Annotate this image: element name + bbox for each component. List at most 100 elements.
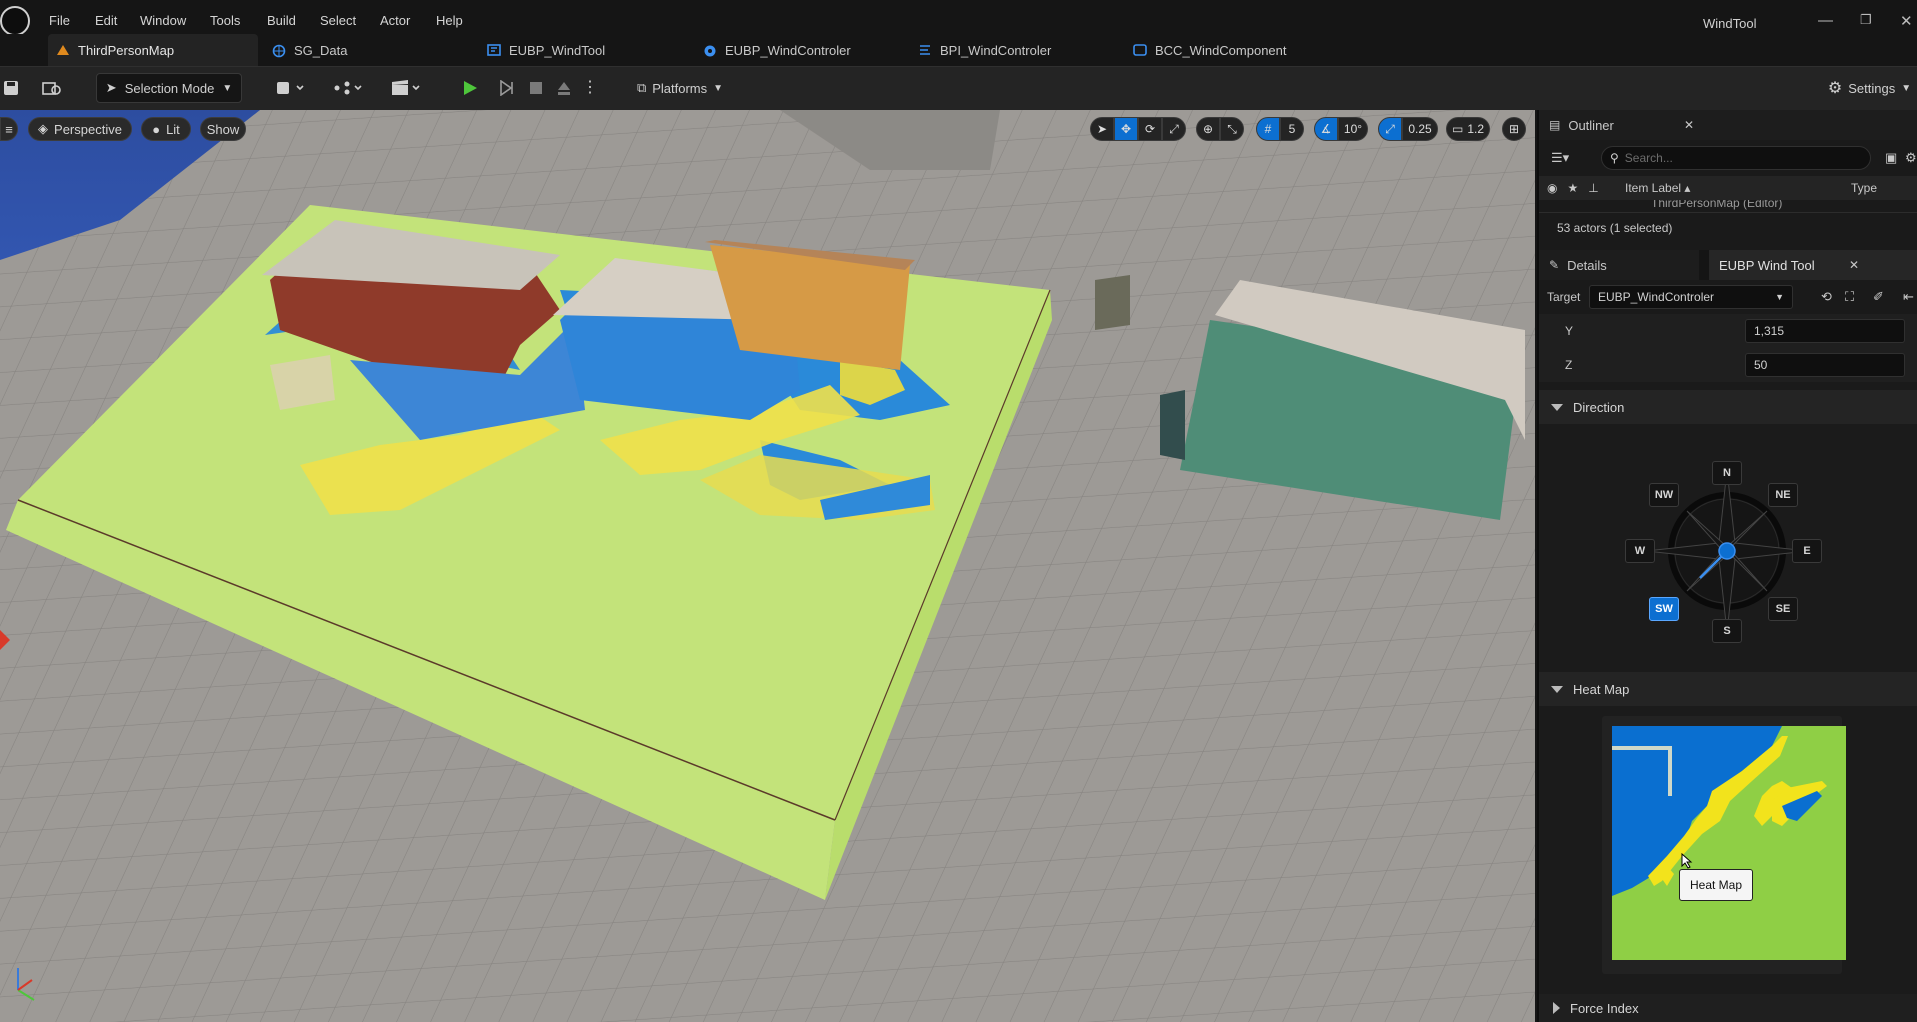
scale-snap-icon[interactable]: ⤢ — [1378, 117, 1402, 141]
translate-tool-icon[interactable]: ✥ — [1114, 117, 1138, 141]
play-icon[interactable] — [458, 73, 482, 103]
surface-snap-icon[interactable]: ⤡ — [1220, 117, 1244, 141]
scale-tool-icon[interactable]: ⤢ — [1162, 117, 1186, 141]
filter-icon[interactable]: ☰▾ — [1551, 150, 1569, 166]
col-item-label[interactable]: Item Label ▴ — [1625, 181, 1690, 195]
rotation-snap-value[interactable]: 10° — [1338, 117, 1368, 141]
details-tab-bar: ✎ Details EUBP Wind Tool ✕ — [1539, 250, 1917, 280]
y-row: Y 1,315 — [1539, 314, 1917, 348]
lit-label: Lit — [166, 121, 180, 137]
viewport-layout-icon[interactable]: ⊞ — [1502, 117, 1526, 141]
direction-se-button[interactable]: SE — [1768, 597, 1798, 621]
platforms-dropdown[interactable]: ⧉ Platforms ▼ — [630, 73, 730, 103]
y-input[interactable]: 1,315 — [1745, 319, 1905, 343]
direction-e-button[interactable]: E — [1792, 539, 1822, 563]
step-icon[interactable] — [494, 73, 518, 103]
select-tool-icon[interactable]: ➤ — [1090, 117, 1114, 141]
menu-select[interactable]: Select — [320, 13, 356, 28]
heatmap-tooltip: Heat Map — [1679, 869, 1753, 901]
menu-build[interactable]: Build — [267, 13, 296, 28]
save-icon[interactable] — [0, 73, 22, 103]
direction-nw-button[interactable]: NW — [1649, 483, 1679, 507]
blueprint-menu-icon[interactable] — [328, 73, 368, 103]
perspective-button[interactable]: ◈ Perspective — [28, 117, 132, 141]
heatmap-section-header[interactable]: Heat Map — [1539, 672, 1917, 706]
cinematics-icon[interactable] — [386, 73, 426, 103]
settings-label: Settings — [1848, 80, 1896, 96]
play-options-icon[interactable]: ⋮ — [580, 73, 600, 103]
chevron-down-icon: ▼ — [1775, 292, 1784, 302]
force-index-section-header[interactable]: Force Index — [1539, 994, 1917, 1022]
tab-eubp-windcontroler[interactable]: EUBP_WindControler — [703, 34, 903, 66]
direction-w-button[interactable]: W — [1625, 539, 1655, 563]
menu-window[interactable]: Window — [140, 13, 186, 28]
scale-snap-value[interactable]: 0.25 — [1402, 117, 1438, 141]
outliner-settings-icon[interactable]: ⚙ — [1905, 150, 1917, 166]
details-tab-label: Details — [1567, 257, 1607, 273]
restore-icon[interactable]: ❐ — [1860, 12, 1872, 28]
direction-sw-button[interactable]: SW — [1649, 597, 1679, 621]
outliner-list[interactable]: ThirdPersonMap (Editor) — [1539, 200, 1917, 212]
document-tab-bar: ThirdPersonMap SG_Data EUBP_WindTool EUB… — [0, 34, 1917, 66]
z-input[interactable]: 50 — [1745, 353, 1905, 377]
grid-snap-icon[interactable]: # — [1256, 117, 1280, 141]
camera-speed-button[interactable]: ▭ 1.2 — [1446, 117, 1490, 141]
tab-label: EUBP_WindControler — [725, 42, 851, 58]
target-dropdown[interactable]: EUBP_WindControler ▼ — [1589, 285, 1793, 309]
tab-bpi-windcontroler[interactable]: BPI_WindControler — [918, 34, 1108, 66]
tab-bcc-windcomponent[interactable]: BCC_WindComponent — [1133, 34, 1323, 66]
heatmap-image[interactable] — [1612, 726, 1846, 960]
visibility-icon[interactable]: ◉ — [1547, 181, 1557, 195]
tab-thirdpersonmap[interactable]: ThirdPersonMap — [48, 34, 258, 66]
minimize-icon[interactable]: — — [1818, 12, 1833, 29]
refresh-icon[interactable]: ⟲ — [1821, 289, 1832, 305]
grid-snap-value[interactable]: 5 — [1280, 117, 1304, 141]
stop-icon[interactable] — [524, 73, 548, 103]
eject-icon[interactable] — [552, 73, 576, 103]
level-viewport[interactable]: ≡ ◈ Perspective ● Lit Show ➤ ✥ ⟳ ⤢ ⊕ ⤡ #… — [0, 110, 1535, 1022]
direction-s-button[interactable]: S — [1712, 619, 1742, 643]
settings-dropdown[interactable]: ⚙ Settings ▼ — [1822, 73, 1917, 103]
menu-help[interactable]: Help — [436, 13, 463, 28]
direction-n-button[interactable]: N — [1712, 461, 1742, 485]
unreal-logo-icon[interactable] — [0, 6, 30, 36]
menu-tools[interactable]: Tools — [210, 13, 240, 28]
tab-eubp-windtool[interactable]: EUBP_WindTool — [487, 34, 677, 66]
outliner-search-row: ☰▾ ⚲ Search... ▣ ⚙ — [1539, 142, 1917, 174]
platforms-icon: ⧉ — [636, 80, 647, 95]
close-window-icon[interactable]: ✕ — [1900, 12, 1913, 30]
rotate-tool-icon[interactable]: ⟳ — [1138, 117, 1162, 141]
col-type[interactable]: Type — [1851, 181, 1877, 195]
show-button[interactable]: Show — [200, 117, 246, 141]
rotation-snap-icon[interactable]: ∡ — [1314, 117, 1338, 141]
heatmap-panel: Heat Map — [1539, 706, 1917, 994]
tab-details[interactable]: ✎ Details — [1539, 250, 1699, 280]
favorite-icon[interactable]: ★ — [1567, 181, 1578, 195]
target-row: Target EUBP_WindControler ▼ ⟲ ⛶ ✐ ⇤ — [1539, 282, 1917, 312]
add-actor-icon[interactable] — [270, 73, 310, 103]
pin-icon[interactable]: ⊥ — [1588, 181, 1598, 195]
selection-mode-dropdown[interactable]: ➤ Selection Mode ▼ — [96, 73, 242, 103]
picker-icon[interactable]: ✐ — [1873, 289, 1884, 305]
menu-file[interactable]: File — [49, 13, 70, 28]
close-tab-icon[interactable]: ✕ — [1849, 258, 1859, 272]
add-folder-icon[interactable]: ▣ — [1885, 150, 1897, 166]
menu-edit[interactable]: Edit — [95, 13, 117, 28]
close-outliner-icon[interactable]: ✕ — [1684, 118, 1694, 132]
content-browser-icon[interactable] — [38, 73, 66, 103]
collapse-arrow-icon — [1551, 403, 1563, 411]
list-item[interactable]: ThirdPersonMap (Editor) — [1651, 200, 1782, 210]
menu-actor[interactable]: Actor — [380, 13, 410, 28]
direction-ne-button[interactable]: NE — [1768, 483, 1798, 507]
world-space-icon[interactable]: ⊕ — [1196, 117, 1220, 141]
target-value: EUBP_WindControler — [1598, 290, 1715, 304]
lit-button[interactable]: ● Lit — [141, 117, 191, 141]
direction-section-header[interactable]: Direction — [1539, 390, 1917, 424]
tab-eubp-wind-tool[interactable]: EUBP Wind Tool ✕ — [1709, 250, 1917, 280]
back-icon[interactable]: ⇤ — [1903, 289, 1914, 305]
window-title: WindTool — [1703, 16, 1757, 31]
outliner-search-input[interactable]: ⚲ Search... — [1601, 146, 1871, 170]
tab-sg-data[interactable]: SG_Data — [272, 34, 442, 66]
y-label: Y — [1565, 324, 1574, 338]
focus-icon[interactable]: ⛶ — [1845, 289, 1854, 305]
